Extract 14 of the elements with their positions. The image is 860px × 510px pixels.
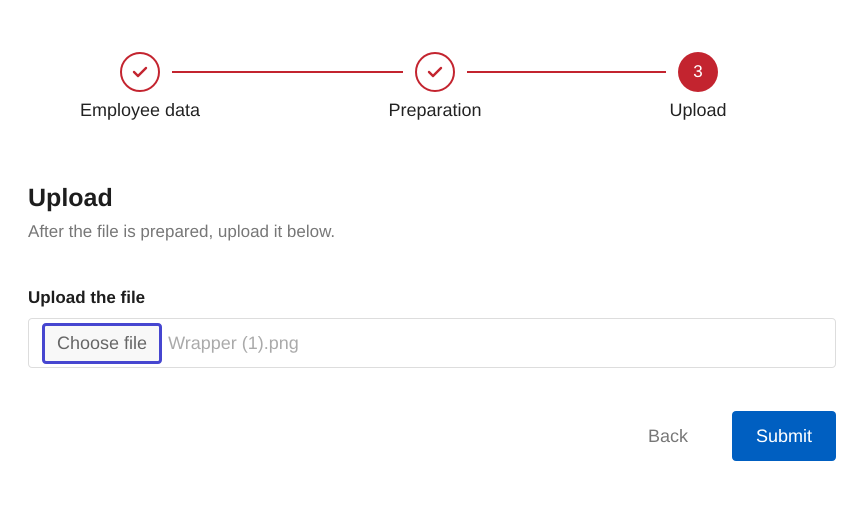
step-label: Preparation (388, 100, 482, 121)
step-label: Employee data (80, 100, 200, 121)
check-icon (132, 66, 148, 78)
field-label: Upload the file (28, 288, 146, 308)
choose-file-button[interactable]: Choose file (44, 324, 160, 362)
file-input[interactable]: Choose file Wrapper (1).png (28, 318, 836, 368)
submit-button[interactable]: Submit (732, 411, 836, 461)
step-circle: 3 (678, 52, 718, 92)
check-icon (427, 66, 443, 78)
section-heading: Upload (28, 183, 114, 213)
file-name: Wrapper (1).png (168, 332, 299, 354)
back-button[interactable]: Back (628, 411, 708, 461)
step-label: Upload (669, 100, 727, 121)
description: After the file is prepared, upload it below. (28, 222, 336, 242)
